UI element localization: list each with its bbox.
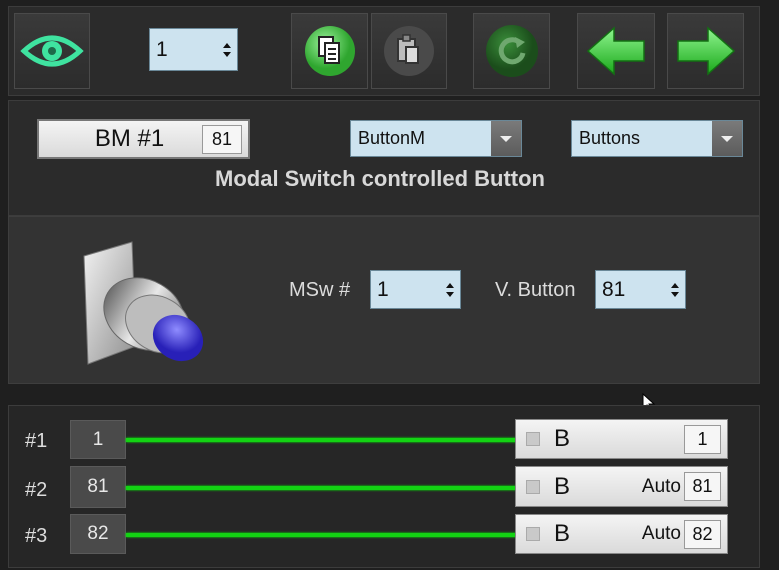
copy-icon [304,26,355,76]
eye-icon [20,35,84,67]
chevron-down-icon[interactable] [712,121,742,156]
connection-label: #1 [25,430,48,452]
connection-input: 1 [70,420,126,459]
connection-button-label: B [554,472,571,500]
bm-button-label: BM #1 [94,125,165,152]
spinner-arrows[interactable] [665,282,685,297]
category-dropdown-value: Buttons [579,128,641,148]
connection-button-value: 81 [684,472,721,501]
vbutton-label: V. Button [495,279,576,301]
checkbox[interactable] [526,432,540,446]
connection-wire [126,486,518,490]
paste-button[interactable] [371,13,447,89]
connection-button[interactable]: B 1 [515,419,728,459]
page-title: Modal Switch controlled Button [215,166,545,191]
next-button[interactable] [667,13,744,89]
spinner-arrows[interactable] [217,42,237,57]
connection-button-value: 82 [684,519,721,549]
arrow-right-icon [676,26,735,76]
type-dropdown[interactable]: ButtonM [350,120,522,157]
connection-label: #3 [25,525,48,547]
page-spinner[interactable]: 1 [149,28,238,71]
bm-button-value: 81 [202,124,242,154]
category-dropdown[interactable]: Buttons [571,120,743,157]
connection-button[interactable]: B Auto 81 [515,466,728,507]
msw-spinner[interactable]: 1 [370,270,461,309]
spinner-arrows[interactable] [440,282,460,297]
auto-label: Auto [641,475,681,497]
connection-button-label: B [554,520,571,547]
refresh-icon [485,25,538,77]
connection-wire [126,533,518,537]
checkbox[interactable] [526,479,540,494]
view-button[interactable] [14,13,90,89]
vbutton-spinner-value: 81 [602,277,626,301]
auto-label: Auto [641,523,681,544]
copy-button[interactable] [291,13,368,89]
msw-label: MSw # [289,279,351,301]
chevron-down-icon[interactable] [491,121,521,156]
connection-button-value: 1 [684,424,721,454]
vbutton-spinner[interactable]: 81 [595,270,686,309]
connection-input: 81 [70,466,126,508]
connection-wire [126,438,518,442]
bm-button[interactable]: BM #1 81 [37,119,250,159]
connection-label: #2 [25,479,48,501]
push-button-image [83,241,204,365]
connection-button-label: B [554,425,571,452]
connection-button[interactable]: B Auto 82 [515,514,728,554]
msw-spinner-value: 1 [377,277,389,301]
type-dropdown-value: ButtonM [358,128,426,148]
arrow-left-icon [586,26,645,76]
previous-button[interactable] [577,13,655,89]
connection-input: 82 [70,514,126,554]
page-spinner-value: 1 [156,37,168,61]
paste-icon [384,26,434,76]
checkbox[interactable] [526,527,540,541]
refresh-button[interactable] [473,13,550,89]
